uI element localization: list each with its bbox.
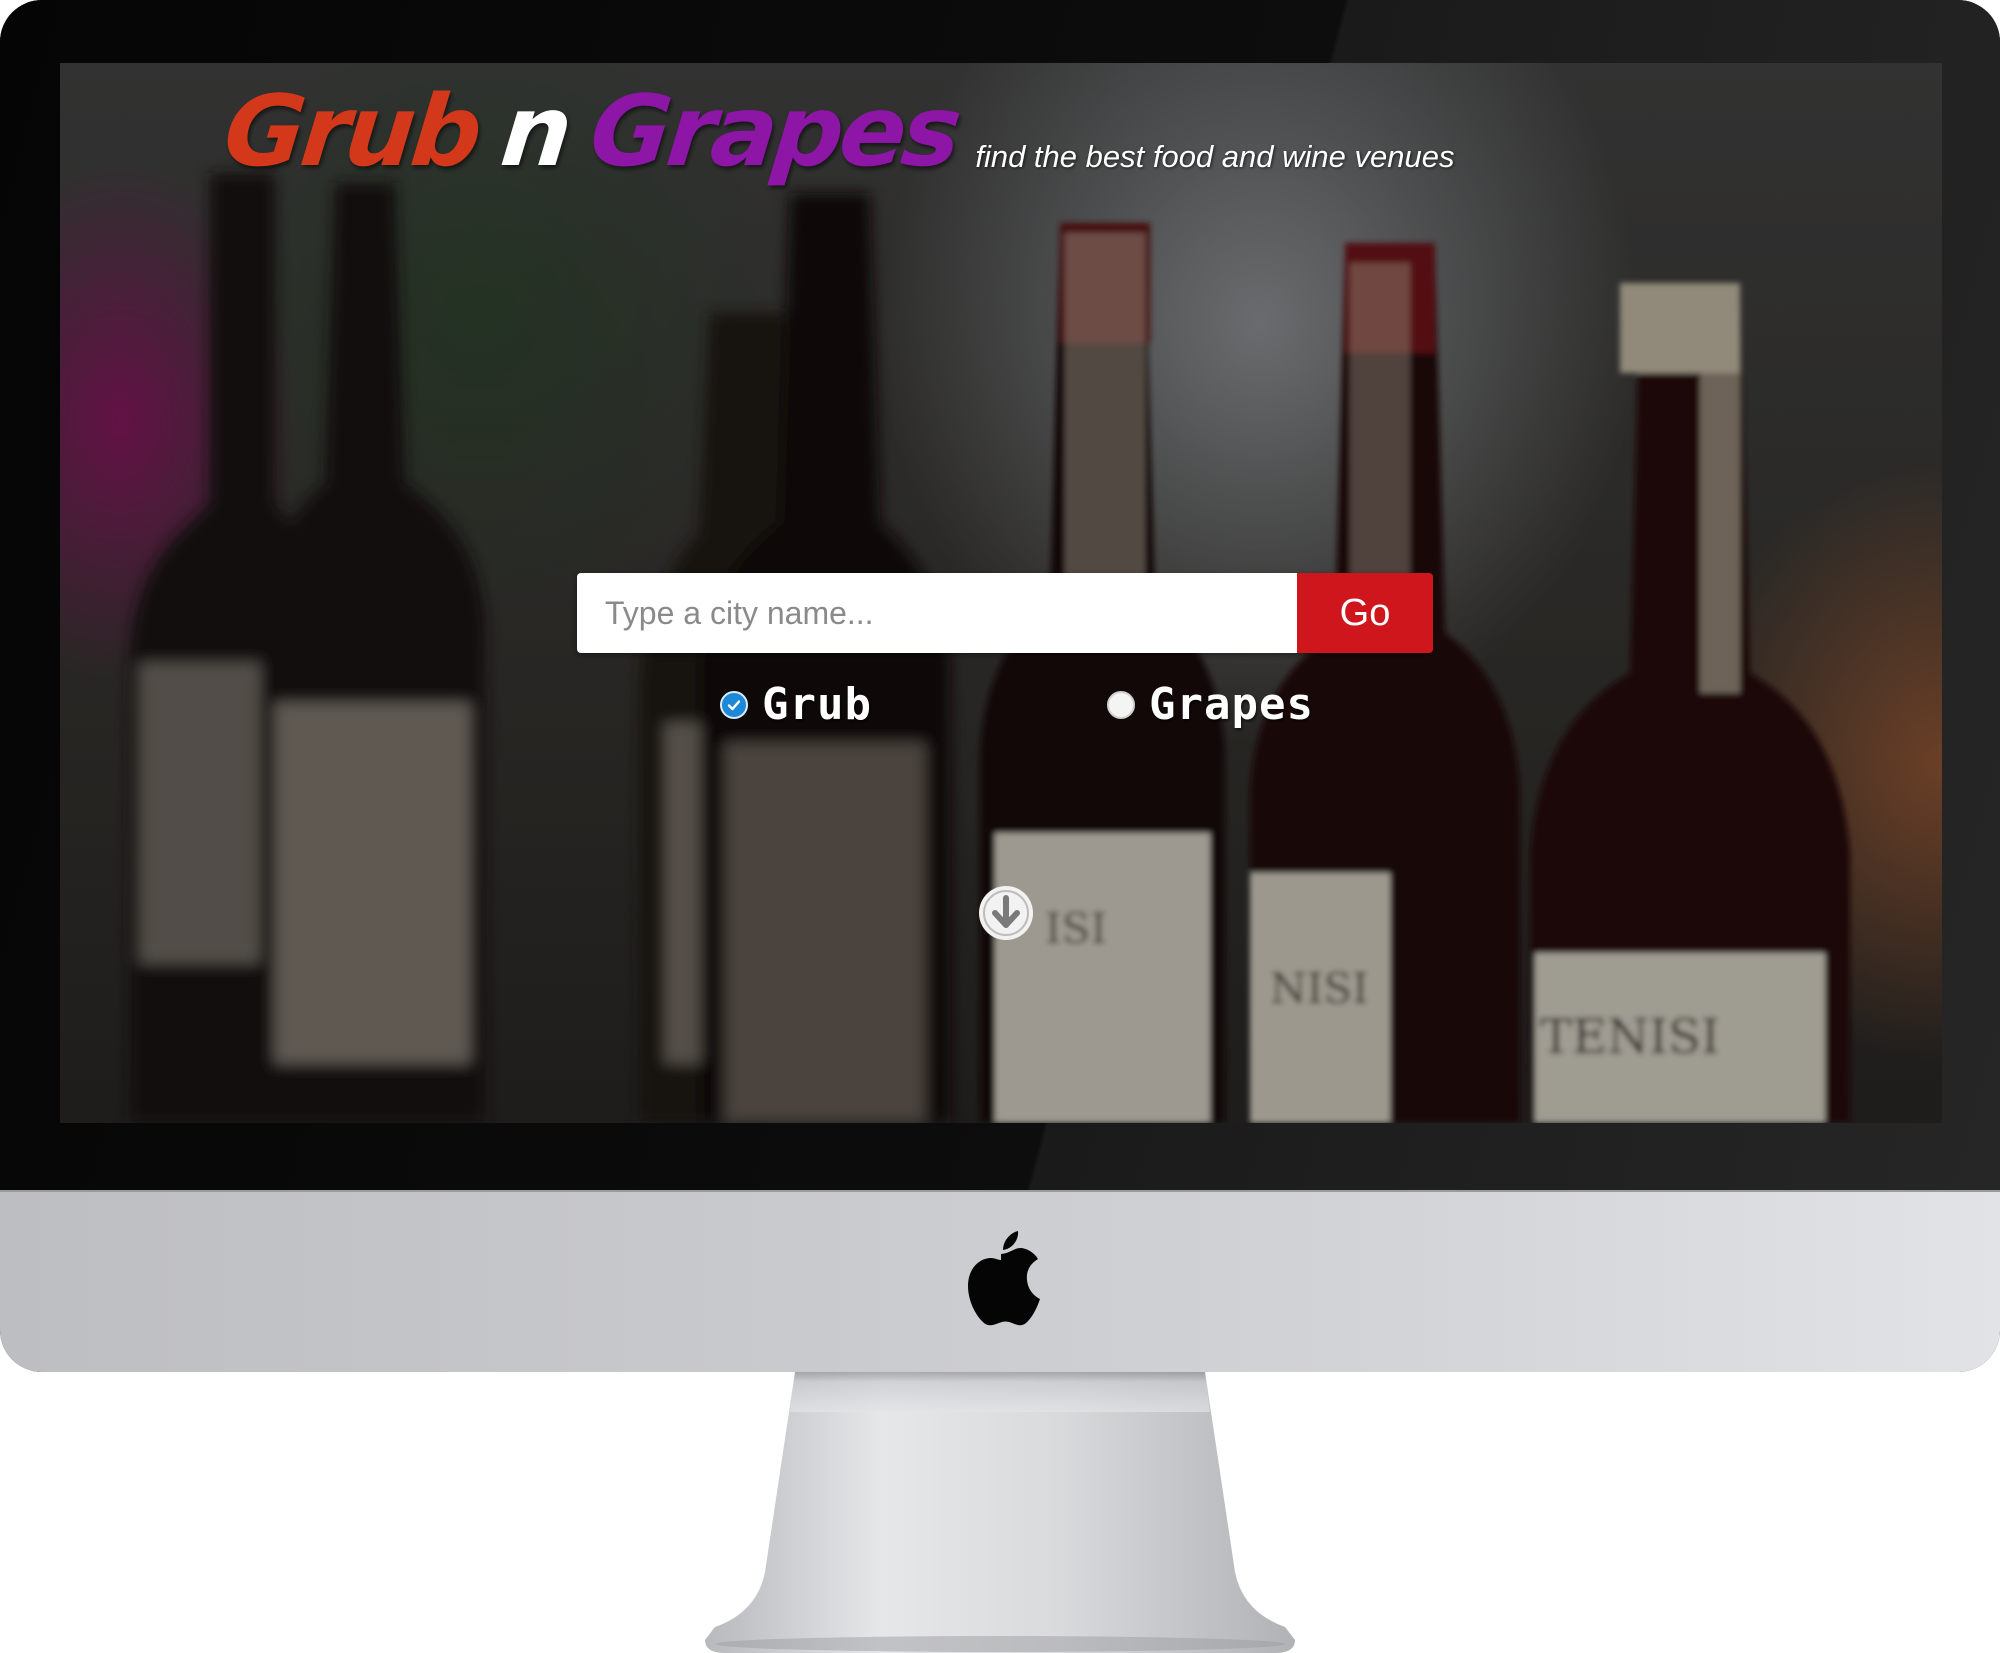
- imac-monitor: ISI NISI TENISI Grub n Grapes find the b…: [0, 0, 2000, 1372]
- city-search-input[interactable]: [577, 573, 1297, 653]
- site-tagline: find the best food and wine venues: [975, 139, 1455, 174]
- option-grapes[interactable]: Grapes: [1107, 679, 1314, 730]
- checkmark-icon: [727, 699, 741, 710]
- monitor-chin: [0, 1190, 2000, 1372]
- option-grapes-label: Grapes: [1149, 679, 1314, 730]
- option-grub[interactable]: Grub: [720, 679, 872, 730]
- site-header: Grub n Grapes find the best food and win…: [219, 75, 1455, 189]
- logo-word-n[interactable]: n: [496, 75, 574, 189]
- logo-word-grub[interactable]: Grub: [219, 75, 484, 189]
- apple-logo-icon: [968, 1231, 1040, 1326]
- grapes-radio-unchecked-icon[interactable]: [1107, 690, 1135, 719]
- go-button[interactable]: Go: [1297, 573, 1433, 653]
- arrow-down-circle-icon[interactable]: [978, 885, 1034, 941]
- option-grub-label: Grub: [762, 679, 872, 730]
- city-search-form: Go: [577, 573, 1433, 653]
- web-page-screen: ISI NISI TENISI Grub n Grapes find the b…: [60, 63, 1942, 1123]
- monitor-stand: [705, 1372, 1295, 1653]
- logo-word-grapes[interactable]: Grapes: [585, 75, 963, 189]
- grub-radio-checked-icon[interactable]: [720, 690, 748, 719]
